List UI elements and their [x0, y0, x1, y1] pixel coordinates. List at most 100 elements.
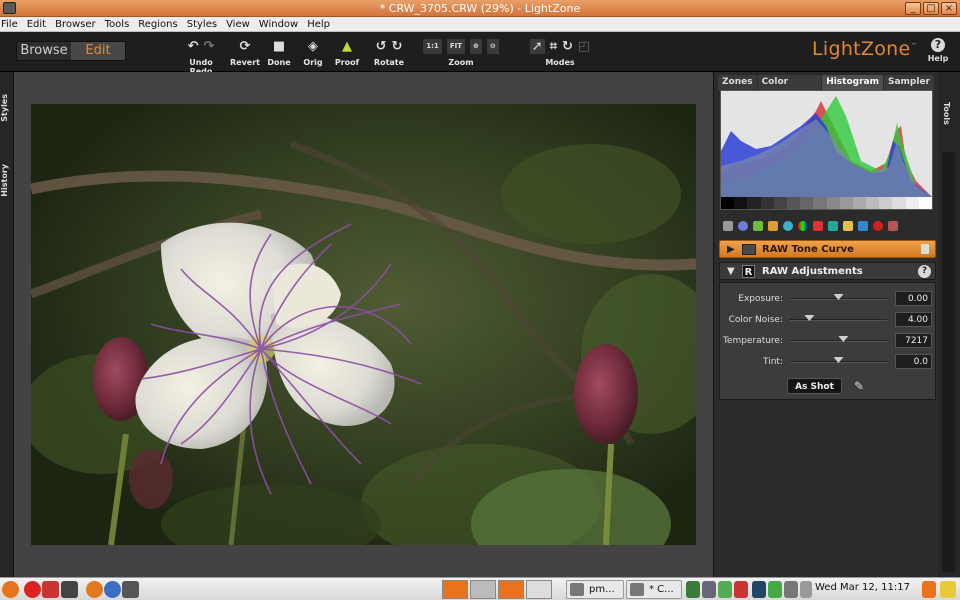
- raw-adjustments-header[interactable]: ▼ R RAW Adjustments ?: [719, 262, 936, 280]
- tab-history[interactable]: History: [0, 164, 14, 197]
- blur-icon[interactable]: [828, 221, 838, 231]
- color-noise-slider[interactable]: [790, 315, 887, 321]
- raw-tone-curve-header[interactable]: ▶ RAW Tone Curve: [719, 240, 936, 258]
- menu-browser[interactable]: Browser: [55, 17, 96, 31]
- temperature-field[interactable]: 7217: [895, 333, 932, 348]
- firefox-icon[interactable]: [86, 581, 103, 598]
- redo-icon[interactable]: ↷: [204, 39, 215, 54]
- tone-mapper-icon[interactable]: [753, 221, 763, 231]
- volume-icon[interactable]: [784, 581, 798, 598]
- tab-tools[interactable]: Tools: [942, 102, 951, 125]
- crop-icon[interactable]: ⌗: [550, 39, 557, 54]
- orig-button[interactable]: ◈ Orig: [300, 36, 326, 68]
- collapse-arrow-icon[interactable]: ▼: [727, 266, 735, 277]
- sharpen-icon[interactable]: [813, 221, 823, 231]
- menu-window[interactable]: Window: [259, 17, 298, 31]
- browse-mode-button[interactable]: Browse: [17, 42, 71, 60]
- menu-file[interactable]: File: [1, 17, 18, 31]
- white-balance-icon[interactable]: [888, 221, 898, 231]
- zoom-in-icon[interactable]: ⊕: [469, 38, 482, 54]
- region-icon[interactable]: ◰: [578, 39, 590, 54]
- browser-icon[interactable]: [104, 581, 121, 598]
- raw-adjustments-title: RAW Adjustments: [762, 266, 863, 277]
- menu-styles[interactable]: Styles: [187, 17, 217, 31]
- tab-styles[interactable]: Styles: [0, 94, 14, 122]
- tint-field[interactable]: 0.0: [895, 354, 932, 369]
- hue-saturation-icon[interactable]: [798, 221, 808, 231]
- battery-icon[interactable]: [718, 581, 732, 598]
- color-noise-field[interactable]: 4.00: [895, 312, 932, 327]
- proof-button[interactable]: ▲ Proof: [333, 36, 361, 68]
- zoom-fit-button[interactable]: FIT: [446, 38, 465, 54]
- menu-help[interactable]: Help: [307, 17, 330, 31]
- photo-preview[interactable]: [31, 104, 696, 545]
- tint-slider-thumb[interactable]: [833, 357, 844, 363]
- exposure-slider-thumb[interactable]: [833, 294, 844, 300]
- update-icon[interactable]: [768, 581, 782, 598]
- menu-tools[interactable]: Tools: [105, 17, 130, 31]
- temperature-slider[interactable]: [790, 336, 887, 342]
- screen-icon[interactable]: [122, 581, 139, 598]
- workspace-4[interactable]: [526, 580, 552, 599]
- tint-slider[interactable]: [790, 357, 887, 363]
- alert-icon[interactable]: [734, 581, 748, 598]
- help-icon[interactable]: ?: [918, 265, 931, 278]
- done-button[interactable]: ■ Done: [266, 36, 292, 68]
- task-button-lightzone[interactable]: * C...: [626, 580, 682, 599]
- tab-color-mask[interactable]: Color Mask: [757, 75, 822, 102]
- minimize-button[interactable]: _: [905, 2, 921, 15]
- red-eye-icon[interactable]: [873, 221, 883, 231]
- power-icon[interactable]: [24, 581, 41, 598]
- network-icon[interactable]: [686, 581, 700, 598]
- as-shot-button[interactable]: As Shot: [787, 378, 842, 394]
- app-launcher-icon[interactable]: [42, 581, 59, 598]
- tab-zones[interactable]: Zones: [718, 75, 757, 90]
- workspace-3[interactable]: [498, 580, 524, 599]
- clock[interactable]: Wed Mar 12, 11:17: [815, 582, 910, 593]
- rotate-left-icon[interactable]: ↺: [376, 39, 387, 54]
- menu-view[interactable]: View: [226, 17, 250, 31]
- arrow-pointer-icon[interactable]: ➚: [529, 38, 545, 54]
- zoom-out-icon[interactable]: ⊖: [486, 38, 499, 54]
- workspace-2[interactable]: [470, 580, 496, 599]
- main-menu-icon[interactable]: [2, 581, 19, 598]
- maximize-button[interactable]: □: [923, 2, 939, 15]
- color-balance-icon[interactable]: [783, 221, 793, 231]
- tab-sampler[interactable]: Sampler: [883, 75, 934, 90]
- expand-arrow-icon[interactable]: ▶: [727, 244, 735, 255]
- folder-icon[interactable]: [940, 581, 956, 598]
- rotate-right-icon[interactable]: ↻: [392, 39, 403, 54]
- spot-icon[interactable]: [858, 221, 868, 231]
- noise-icon[interactable]: [768, 221, 778, 231]
- bluetooth-icon[interactable]: [752, 581, 766, 598]
- workspace-1[interactable]: [442, 580, 468, 599]
- exposure-field[interactable]: 0.00: [895, 291, 932, 306]
- panel-scrollbar[interactable]: [942, 152, 955, 572]
- terminal-launcher-icon[interactable]: [61, 581, 78, 598]
- rotate-mode-icon[interactable]: ↻: [562, 39, 573, 54]
- zoom-group: 1:1 FIT ⊕ ⊖ Zoom: [421, 36, 501, 67]
- zoom-1-1-button[interactable]: 1:1: [423, 38, 442, 54]
- edit-mode-button[interactable]: Edit: [71, 42, 125, 60]
- menu-regions[interactable]: Regions: [138, 17, 177, 31]
- menu-edit[interactable]: Edit: [27, 17, 46, 31]
- clone-icon[interactable]: [843, 221, 853, 231]
- relight-icon[interactable]: [738, 221, 748, 231]
- eyedropper-icon[interactable]: ✎: [854, 379, 864, 393]
- help-button[interactable]: ? Help: [926, 36, 950, 63]
- revert-button[interactable]: ⟳ Revert: [230, 36, 260, 68]
- close-button[interactable]: ×: [941, 2, 957, 15]
- notification-icon[interactable]: [922, 581, 936, 598]
- exposure-slider[interactable]: [790, 294, 887, 300]
- display-icon[interactable]: [702, 581, 716, 598]
- temperature-slider-thumb[interactable]: [838, 336, 849, 342]
- zone-mapper-icon[interactable]: [723, 221, 733, 231]
- tool-toggle-icon[interactable]: [742, 244, 756, 255]
- chat-icon[interactable]: [800, 581, 812, 598]
- image-canvas[interactable]: [14, 72, 713, 577]
- task-button-pm[interactable]: pm...: [566, 580, 624, 599]
- color-noise-slider-thumb[interactable]: [804, 315, 815, 321]
- undo-icon[interactable]: ↶: [188, 39, 199, 54]
- tab-histogram[interactable]: Histogram: [822, 75, 883, 90]
- lock-icon[interactable]: [921, 244, 929, 254]
